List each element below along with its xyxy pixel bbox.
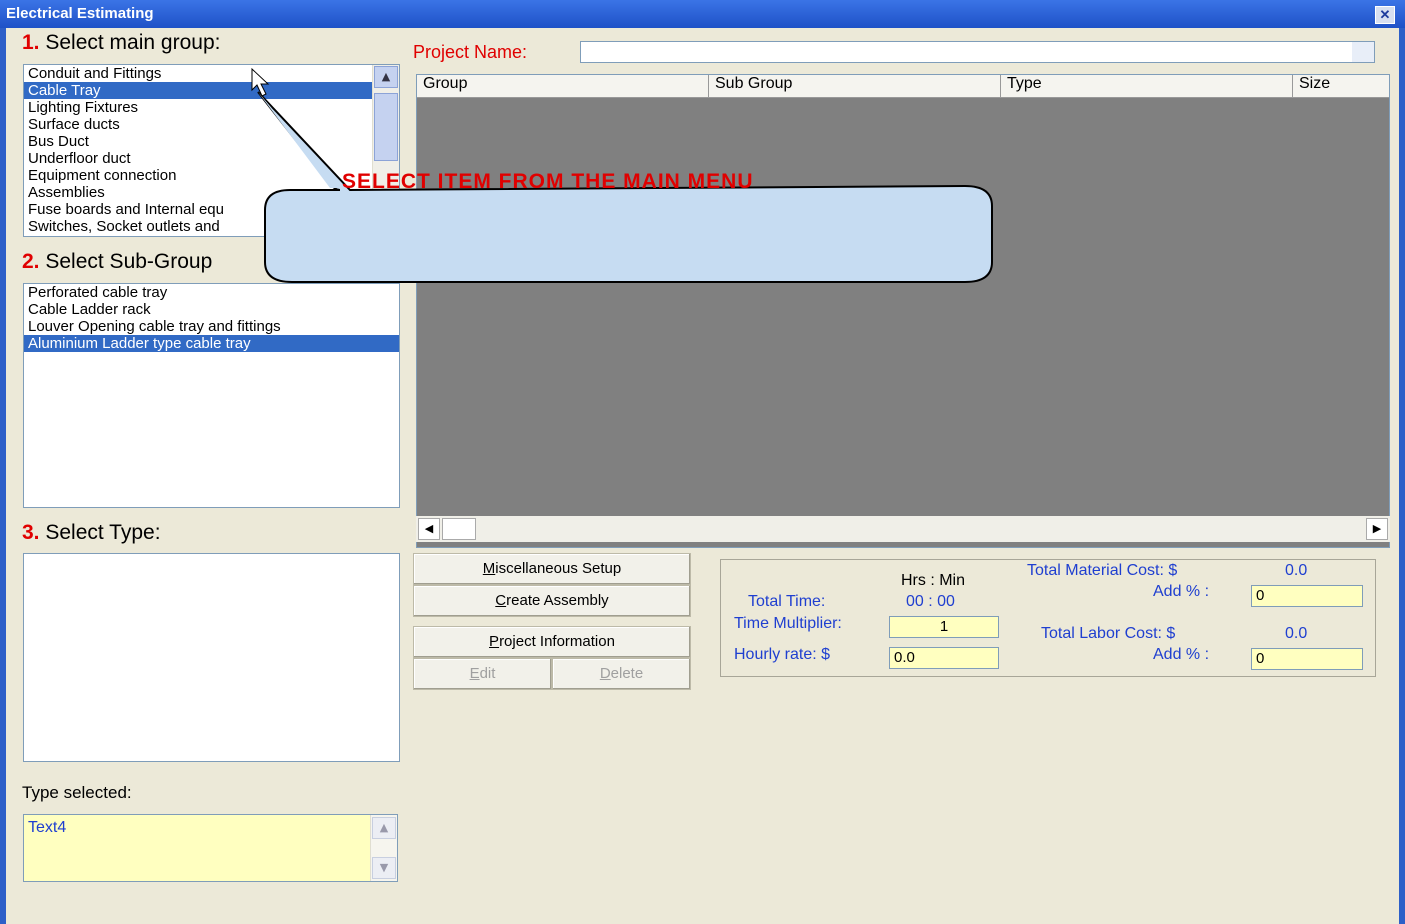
- mouse-cursor-icon: [251, 67, 270, 97]
- callout-text: SELECT ITEM FROM THE MAIN MENU: [342, 170, 754, 193]
- app-window: Electrical Estimating ✕ 1. Select main g…: [0, 0, 1405, 924]
- callout-balloon: [251, 67, 993, 283]
